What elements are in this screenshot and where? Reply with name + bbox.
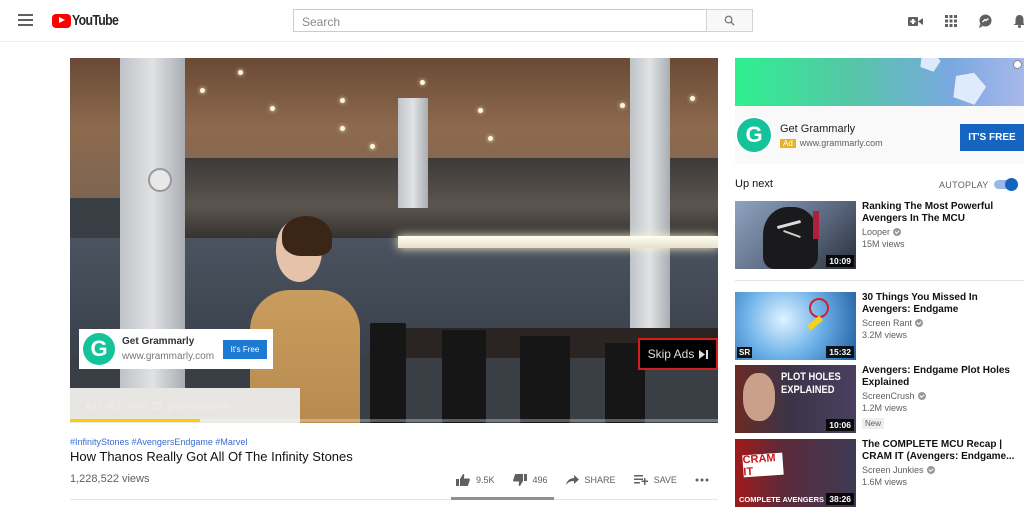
overlay-ad-card[interactable]: G Get Grammarly www.grammarly.com It's F… <box>79 329 273 369</box>
save-button[interactable]: SAVE <box>633 475 677 485</box>
more-actions-button[interactable] <box>695 478 715 482</box>
apps-icon[interactable] <box>943 13 959 29</box>
ad-info-icon[interactable] <box>1013 60 1022 69</box>
info-icon[interactable] <box>153 402 162 410</box>
sidebar-ad-card[interactable]: G Get Grammarly Ad www.grammarly.com IT'S… <box>735 106 1024 164</box>
recommended-video[interactable]: CRAM IT COMPLETE AVENGERS 38:26 The COMP… <box>735 439 1024 507</box>
thumbs-down-icon <box>512 474 527 486</box>
dislike-count: 496 <box>532 475 548 485</box>
notifications-icon[interactable] <box>1011 13 1024 29</box>
ad-progress-bar[interactable] <box>70 419 718 422</box>
masthead: YouTube Search <box>0 0 1024 42</box>
video-title[interactable]: The COMPLETE MCU Recap | CRAM IT (Avenge… <box>862 439 1022 462</box>
youtube-logo[interactable]: YouTube <box>52 12 128 29</box>
overlay-ad-url[interactable]: www.grammarly.com <box>122 351 214 362</box>
sidebar-ad-banner[interactable] <box>735 58 1024 106</box>
verified-icon <box>893 228 902 236</box>
ad-info: Ad 1 of 2 · 0:46 grammarly.com <box>85 401 229 411</box>
video-title[interactable]: Ranking The Most Powerful Avengers In Th… <box>862 201 1022 224</box>
video-duration: 38:26 <box>826 493 854 505</box>
autoplay-toggle[interactable] <box>994 178 1018 191</box>
up-next-heading: Up next <box>735 178 773 190</box>
hashtags[interactable]: #InfinityStones #AvengersEndgame #Marvel <box>70 437 247 447</box>
video-views: 15M views <box>862 239 905 249</box>
divider <box>70 499 718 500</box>
verified-icon <box>917 392 926 400</box>
like-ratio-bar <box>451 497 554 500</box>
autoplay-label: AUTOPLAY <box>939 180 989 190</box>
playlist-add-icon <box>633 475 648 485</box>
search-button[interactable] <box>706 9 753 32</box>
video-actions: 9.5K 496 SHARE SAVE <box>456 474 733 486</box>
ad-info-text: Ad 1 of 2 · 0:46 <box>85 401 147 411</box>
skip-ads-label: Skip Ads <box>647 347 695 361</box>
skip-ads-button[interactable]: Skip Ads <box>638 338 718 370</box>
like-count: 9.5K <box>476 475 495 485</box>
video-title: How Thanos Really Got All Of The Infinit… <box>70 449 353 464</box>
search-icon <box>724 15 735 26</box>
video-frame-rail <box>398 236 718 248</box>
ad-badge: Ad <box>780 138 796 148</box>
thumbnail-subtext: COMPLETE AVENGERS <box>739 495 825 504</box>
view-count: 1,228,522 views <box>70 473 150 485</box>
share-label: SHARE <box>584 475 616 485</box>
thumbnail-text: CRAM IT <box>742 452 784 478</box>
share-button[interactable]: SHARE <box>565 475 616 485</box>
video-title[interactable]: Avengers: Endgame Plot Holes Explained <box>862 365 1022 388</box>
messages-icon[interactable] <box>977 13 993 29</box>
verified-icon <box>926 466 935 474</box>
sidebar-ad-cta-button[interactable]: IT'S FREE <box>960 124 1024 151</box>
verified-icon <box>915 319 924 327</box>
more-horiz-icon <box>695 478 709 482</box>
thumbs-up-icon <box>456 474 470 486</box>
video-player[interactable]: G Get Grammarly www.grammarly.com It's F… <box>70 58 718 423</box>
youtube-play-icon <box>52 13 71 28</box>
ad-progress-fill <box>70 419 200 422</box>
recommended-video[interactable]: SR 15:32 30 Things You Missed In Avenger… <box>735 292 1024 360</box>
sidebar-ad-url[interactable]: www.grammarly.com <box>800 138 883 148</box>
channel-watermark: SR <box>737 347 753 358</box>
dislike-button[interactable]: 496 <box>512 474 548 486</box>
share-icon <box>565 475 579 485</box>
menu-icon[interactable] <box>18 14 33 26</box>
sidebar-ad-title: Get Grammarly <box>780 122 856 135</box>
thumbnail-text: PLOT HOLES EXPLAINED <box>781 371 841 396</box>
video-duration: 15:32 <box>826 346 854 358</box>
divider <box>735 280 1024 281</box>
video-views: 3.2M views <box>862 330 908 340</box>
logo-text: YouTube <box>72 12 119 29</box>
channel-name[interactable]: Screen Rant <box>862 318 912 328</box>
video-duration: 10:06 <box>826 419 854 431</box>
save-label: SAVE <box>653 475 677 485</box>
video-thumbnail[interactable]: 10:09 <box>735 201 856 269</box>
new-badge: New <box>862 418 885 429</box>
grammarly-logo: G <box>737 118 771 152</box>
channel-name[interactable]: ScreenCrush <box>862 391 915 401</box>
video-views: 1.6M views <box>862 477 908 487</box>
search-input[interactable]: Search <box>293 9 707 32</box>
video-title[interactable]: 30 Things You Missed In Avengers: Endgam… <box>862 292 1022 315</box>
video-thumbnail[interactable]: SR 15:32 <box>735 292 856 360</box>
like-button[interactable]: 9.5K <box>456 474 495 486</box>
video-thumbnail[interactable]: PLOT HOLES EXPLAINED 10:06 <box>735 365 856 433</box>
overlay-ad-title: Get Grammarly <box>122 336 195 347</box>
skip-next-icon <box>699 349 709 359</box>
channel-name[interactable]: Screen Junkies <box>862 465 924 475</box>
create-video-icon[interactable] <box>907 13 923 29</box>
overlay-ad-cta-button[interactable]: It's Free <box>223 340 267 359</box>
video-views: 1.2M views <box>862 403 908 413</box>
video-thumbnail[interactable]: CRAM IT COMPLETE AVENGERS 38:26 <box>735 439 856 507</box>
grammarly-logo: G <box>83 333 115 365</box>
recommended-video[interactable]: PLOT HOLES EXPLAINED 10:06 Avengers: End… <box>735 365 1024 433</box>
ad-domain-link[interactable]: grammarly.com <box>168 401 229 411</box>
channel-name[interactable]: Looper <box>862 227 890 237</box>
video-duration: 10:09 <box>826 255 854 267</box>
recommended-video[interactable]: 10:09 Ranking The Most Powerful Avengers… <box>735 201 1024 269</box>
